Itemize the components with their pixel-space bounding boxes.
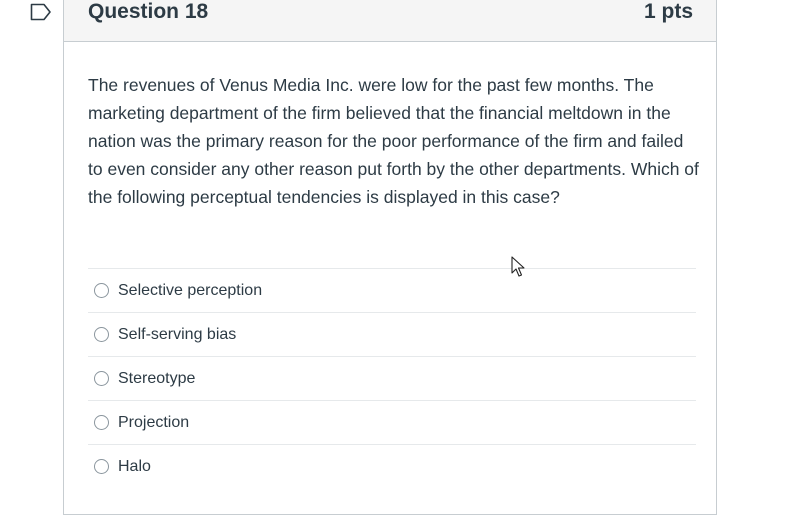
radio-button[interactable]	[94, 283, 109, 298]
answer-option-self-serving-bias[interactable]: Self-serving bias	[88, 312, 696, 356]
answer-label: Projection	[118, 413, 190, 431]
question-points: 1 pts	[643, 0, 693, 23]
answer-option-halo[interactable]: Halo	[88, 444, 696, 488]
answer-option-stereotype[interactable]: Stereotype	[88, 356, 696, 400]
question-card: Question 18 1 pts The revenues of Venus …	[63, 0, 717, 515]
question-title: Question 18	[88, 0, 209, 23]
answer-label: Self-serving bias	[118, 325, 237, 343]
answer-label: Selective perception	[118, 281, 263, 299]
mouse-pointer-icon	[511, 256, 525, 277]
radio-button[interactable]	[94, 459, 109, 474]
answer-list: Selective perception Self-serving bias S…	[88, 268, 696, 488]
question-header: Question 18 1 pts	[64, 0, 716, 42]
answer-label: Stereotype	[118, 369, 196, 387]
radio-button[interactable]	[94, 327, 109, 342]
radio-button[interactable]	[94, 371, 109, 386]
answer-option-projection[interactable]: Projection	[88, 400, 696, 444]
question-text: The revenues of Venus Media Inc. were lo…	[88, 75, 699, 207]
answer-option-selective-perception[interactable]: Selective perception	[88, 268, 696, 312]
radio-button[interactable]	[94, 415, 109, 430]
answer-label: Halo	[118, 457, 151, 475]
bookmark-flag-icon[interactable]	[30, 3, 52, 21]
